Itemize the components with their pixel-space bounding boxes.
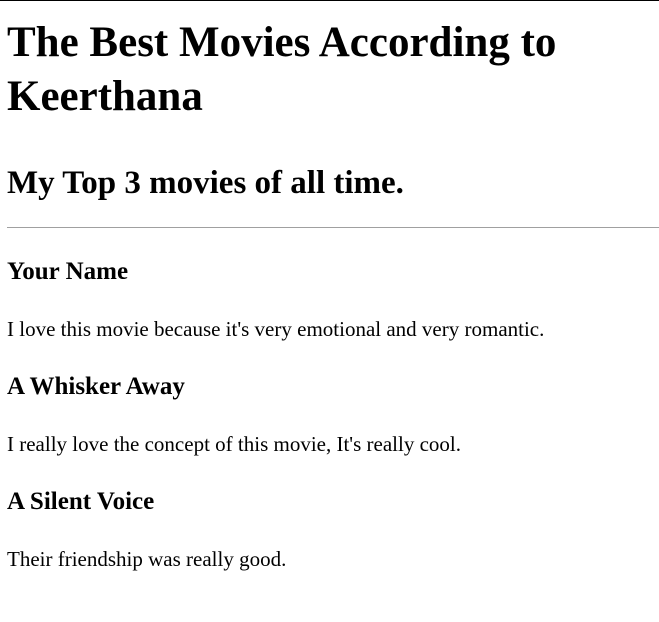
movie-item: A Silent Voice Their friendship was real… [7,487,286,572]
movie-description: Their friendship was really good. [7,547,287,571]
movie-item: Your Name I love this movie because it's… [7,257,544,342]
movie-title: A Silent Voice [7,488,155,515]
movie-description: I really love the concept of this movie,… [7,432,461,456]
movie-title: A Whisker Away [7,373,185,400]
movie-title: Your Name [7,258,129,285]
movie-item: A Whisker Away I really love the concept… [7,372,461,457]
page-content: The Best Movies According to Keerthana M… [7,0,659,571]
page-subtitle: My Top 3 movies of all time. [7,165,404,201]
divider [7,227,659,228]
movie-description: I love this movie because it's very emot… [7,317,545,341]
page-title: The Best Movies According to Keerthana [7,19,557,120]
